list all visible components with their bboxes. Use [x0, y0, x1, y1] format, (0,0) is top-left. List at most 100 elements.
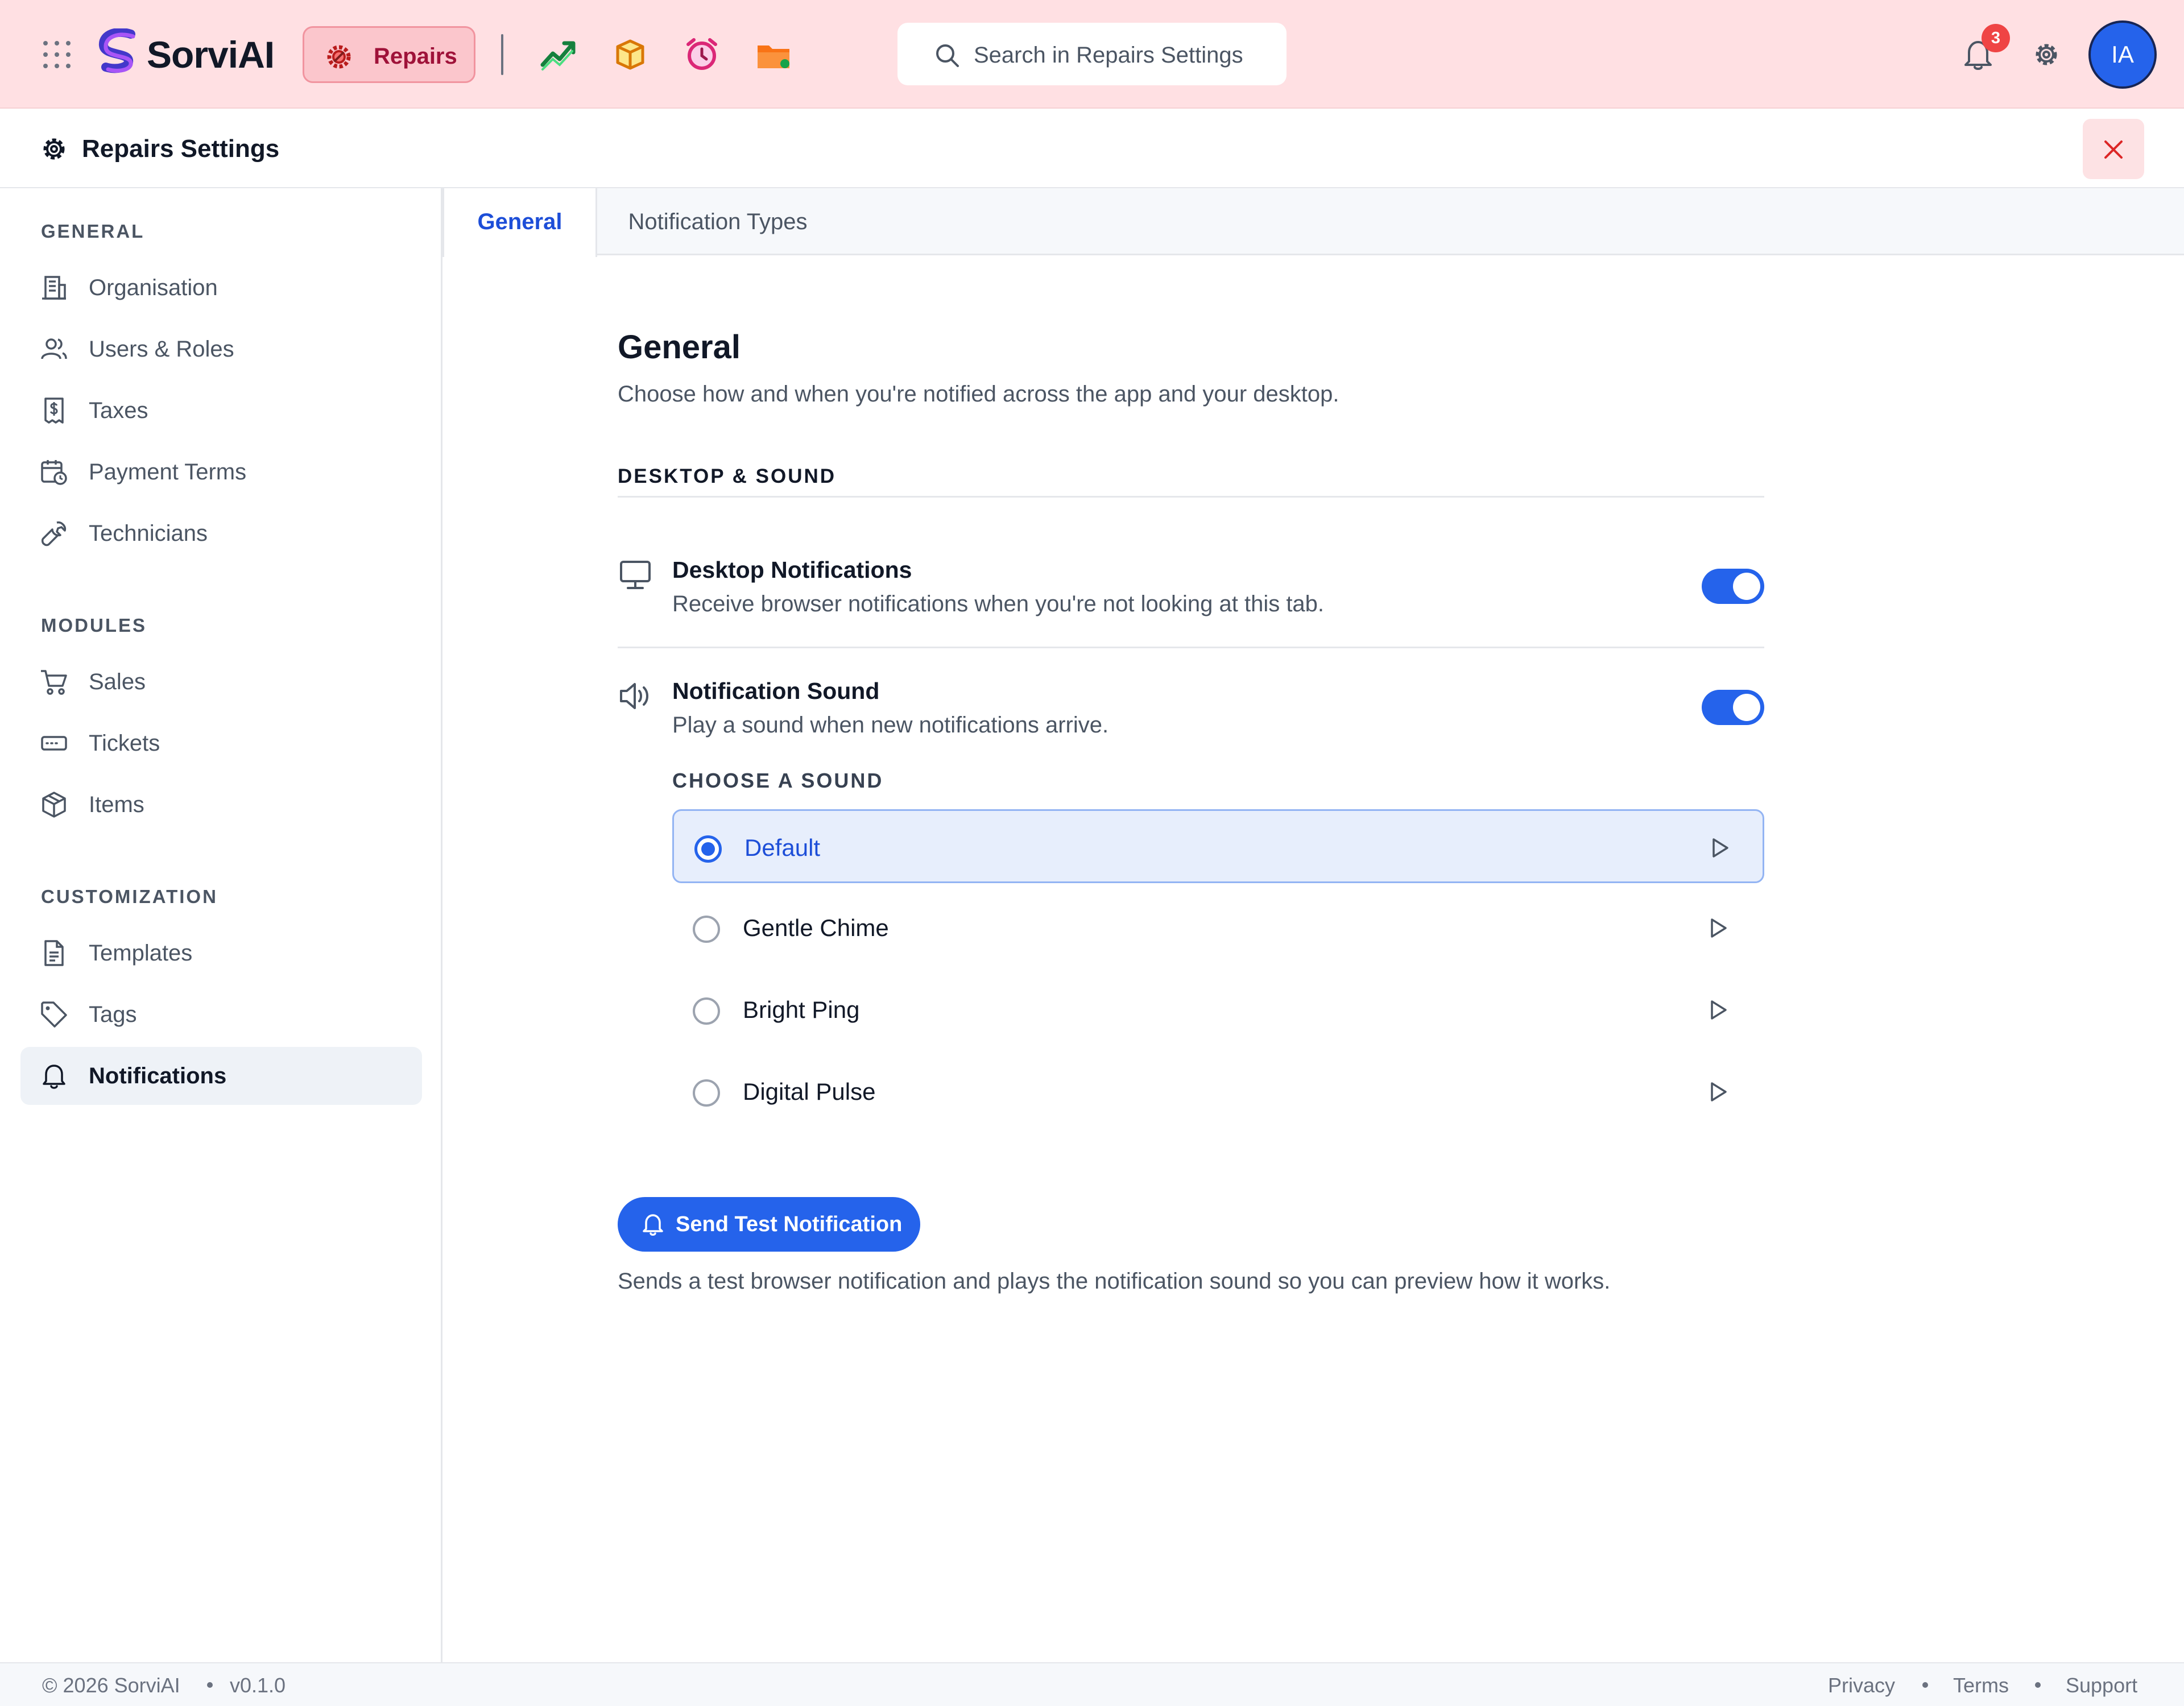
growth-chart-icon[interactable]: [539, 36, 578, 73]
desktop-notifications-toggle[interactable]: [1702, 569, 1764, 604]
settings-gear-icon: [43, 138, 65, 160]
folder-icon[interactable]: [754, 36, 793, 73]
notification-sound-description: Play a sound when new notifications arri…: [672, 713, 1109, 738]
sidebar-item-label: Organisation: [89, 275, 218, 300]
building-icon: [42, 276, 66, 300]
desktop-notifications-title: Desktop Notifications: [672, 557, 912, 583]
divider: [618, 496, 1764, 498]
sidebar-item-organisation[interactable]: Organisation: [20, 259, 422, 317]
sidebar-item-payment-terms[interactable]: Payment Terms: [20, 443, 422, 501]
choose-sound-label: CHOOSE A SOUND: [672, 769, 884, 792]
sidebar-section-title: GENERAL: [41, 221, 145, 242]
footer-separator: [2035, 1682, 2041, 1688]
footer-separator: [1922, 1682, 1928, 1688]
bell-icon: [643, 1214, 663, 1236]
cart-icon: [41, 670, 67, 695]
play-icon[interactable]: [1708, 836, 1732, 860]
user-avatar[interactable]: IA: [2088, 20, 2157, 89]
sidebar-item-label: Tags: [89, 1002, 137, 1027]
sidebar-item-sales[interactable]: Sales: [20, 653, 422, 711]
box-icon[interactable]: [611, 36, 650, 73]
play-icon[interactable]: [1706, 916, 1730, 940]
sidebar-item-label: Notifications: [89, 1063, 227, 1088]
tag-icon: [41, 1001, 67, 1028]
ticket-icon: [41, 736, 67, 751]
sidebar-item-tags[interactable]: Tags: [20, 985, 422, 1044]
calendar-clock-icon: [41, 460, 67, 485]
sound-option-label: Digital Pulse: [743, 1078, 876, 1105]
sidebar-item-items[interactable]: Items: [20, 776, 422, 834]
radio-unselected[interactable]: [693, 997, 720, 1025]
sidebar-item-templates[interactable]: Templates: [20, 924, 422, 982]
notification-sound-title: Notification Sound: [672, 678, 880, 704]
tab-general[interactable]: General: [442, 188, 597, 257]
search-icon: [936, 44, 959, 67]
sidebar-item-label: Templates: [89, 941, 193, 966]
group-heading: DESKTOP & SOUND: [618, 465, 837, 487]
close-settings-button[interactable]: [2083, 119, 2144, 179]
toggle-knob: [1733, 573, 1760, 600]
package-icon: [42, 792, 66, 818]
brand-logo-icon[interactable]: [94, 28, 144, 81]
divider: [618, 647, 1764, 648]
footer-link-privacy[interactable]: Privacy: [1828, 1674, 1895, 1697]
sidebar-item-label: Taxes: [89, 398, 148, 423]
footer-link-support[interactable]: Support: [2066, 1674, 2137, 1697]
module-switcher-button[interactable]: Repairs: [303, 26, 475, 83]
sidebar-item-label: Users & Roles: [89, 337, 234, 362]
sidebar-item-notifications[interactable]: Notifications: [20, 1047, 422, 1105]
tab-notification-types[interactable]: Notification Types: [597, 188, 838, 255]
section-subtitle: Choose how and when you're notified acro…: [618, 382, 1339, 407]
desktop-notifications-description: Receive browser notifications when you'r…: [672, 591, 1325, 616]
document-icon: [44, 940, 64, 966]
page-title: Repairs Settings: [82, 135, 280, 163]
divider: [501, 34, 503, 75]
notification-sound-toggle[interactable]: [1702, 690, 1764, 725]
sound-option-label: Default: [744, 834, 821, 861]
sidebar-item-tickets[interactable]: Tickets: [20, 714, 422, 772]
sound-option-label: Gentle Chime: [743, 914, 889, 941]
settings-gear-icon[interactable]: [2032, 40, 2061, 69]
play-icon[interactable]: [1706, 1080, 1730, 1104]
sound-option-gentle-chime[interactable]: Gentle Chime: [672, 891, 1764, 965]
sidebar-item-users-roles[interactable]: Users & Roles: [20, 320, 422, 378]
sidebar-item-label: Payment Terms: [89, 459, 247, 485]
module-label: Repairs: [374, 44, 457, 69]
brand-name: SorviAI: [147, 34, 275, 76]
sidebar-item-label: Tickets: [89, 731, 160, 756]
wrench-icon: [41, 521, 67, 546]
monitor-icon: [620, 561, 651, 589]
notification-count-badge: 3: [1982, 24, 2010, 52]
version-label: v0.1.0: [230, 1674, 286, 1697]
radio-selected[interactable]: [694, 835, 722, 863]
sidebar-item-label: Technicians: [89, 521, 208, 546]
search-input[interactable]: Search in Repairs Settings: [897, 23, 1287, 85]
sidebar-item-label: Items: [89, 792, 144, 817]
send-test-notification-button[interactable]: Send Test Notification: [618, 1197, 920, 1252]
footer-separator: [207, 1682, 213, 1688]
sidebar-item-technicians[interactable]: Technicians: [20, 504, 422, 562]
users-icon: [41, 338, 67, 359]
sound-option-digital-pulse[interactable]: Digital Pulse: [672, 1055, 1764, 1129]
sidebar-section-title: CUSTOMIZATION: [41, 886, 218, 907]
search-placeholder: Search in Repairs Settings: [974, 43, 1243, 68]
sidebar-item-taxes[interactable]: Taxes: [20, 382, 422, 440]
radio-unselected[interactable]: [693, 916, 720, 943]
radio-unselected[interactable]: [693, 1079, 720, 1107]
top-bar: SorviAI Repairs Search in Repairs Settin…: [0, 0, 2184, 109]
app-launcher-icon[interactable]: [43, 41, 71, 68]
play-icon[interactable]: [1706, 998, 1730, 1022]
sidebar-item-label: Sales: [89, 669, 146, 694]
speaker-icon: [620, 683, 648, 709]
sound-option-bright-ping[interactable]: Bright Ping: [672, 973, 1764, 1047]
send-test-note: Sends a test browser notification and pl…: [618, 1269, 1611, 1294]
sound-option-label: Bright Ping: [743, 996, 860, 1023]
tax-icon: [44, 397, 64, 424]
sound-option-default[interactable]: Default: [672, 809, 1764, 883]
settings-tabs: General Notification Types: [442, 188, 2184, 257]
repairs-gear-icon: [327, 45, 351, 69]
footer-link-terms[interactable]: Terms: [1953, 1674, 2009, 1697]
send-test-notification-label: Send Test Notification: [676, 1212, 903, 1236]
alarm-clock-icon[interactable]: [682, 36, 721, 73]
close-icon: [2104, 140, 2123, 159]
